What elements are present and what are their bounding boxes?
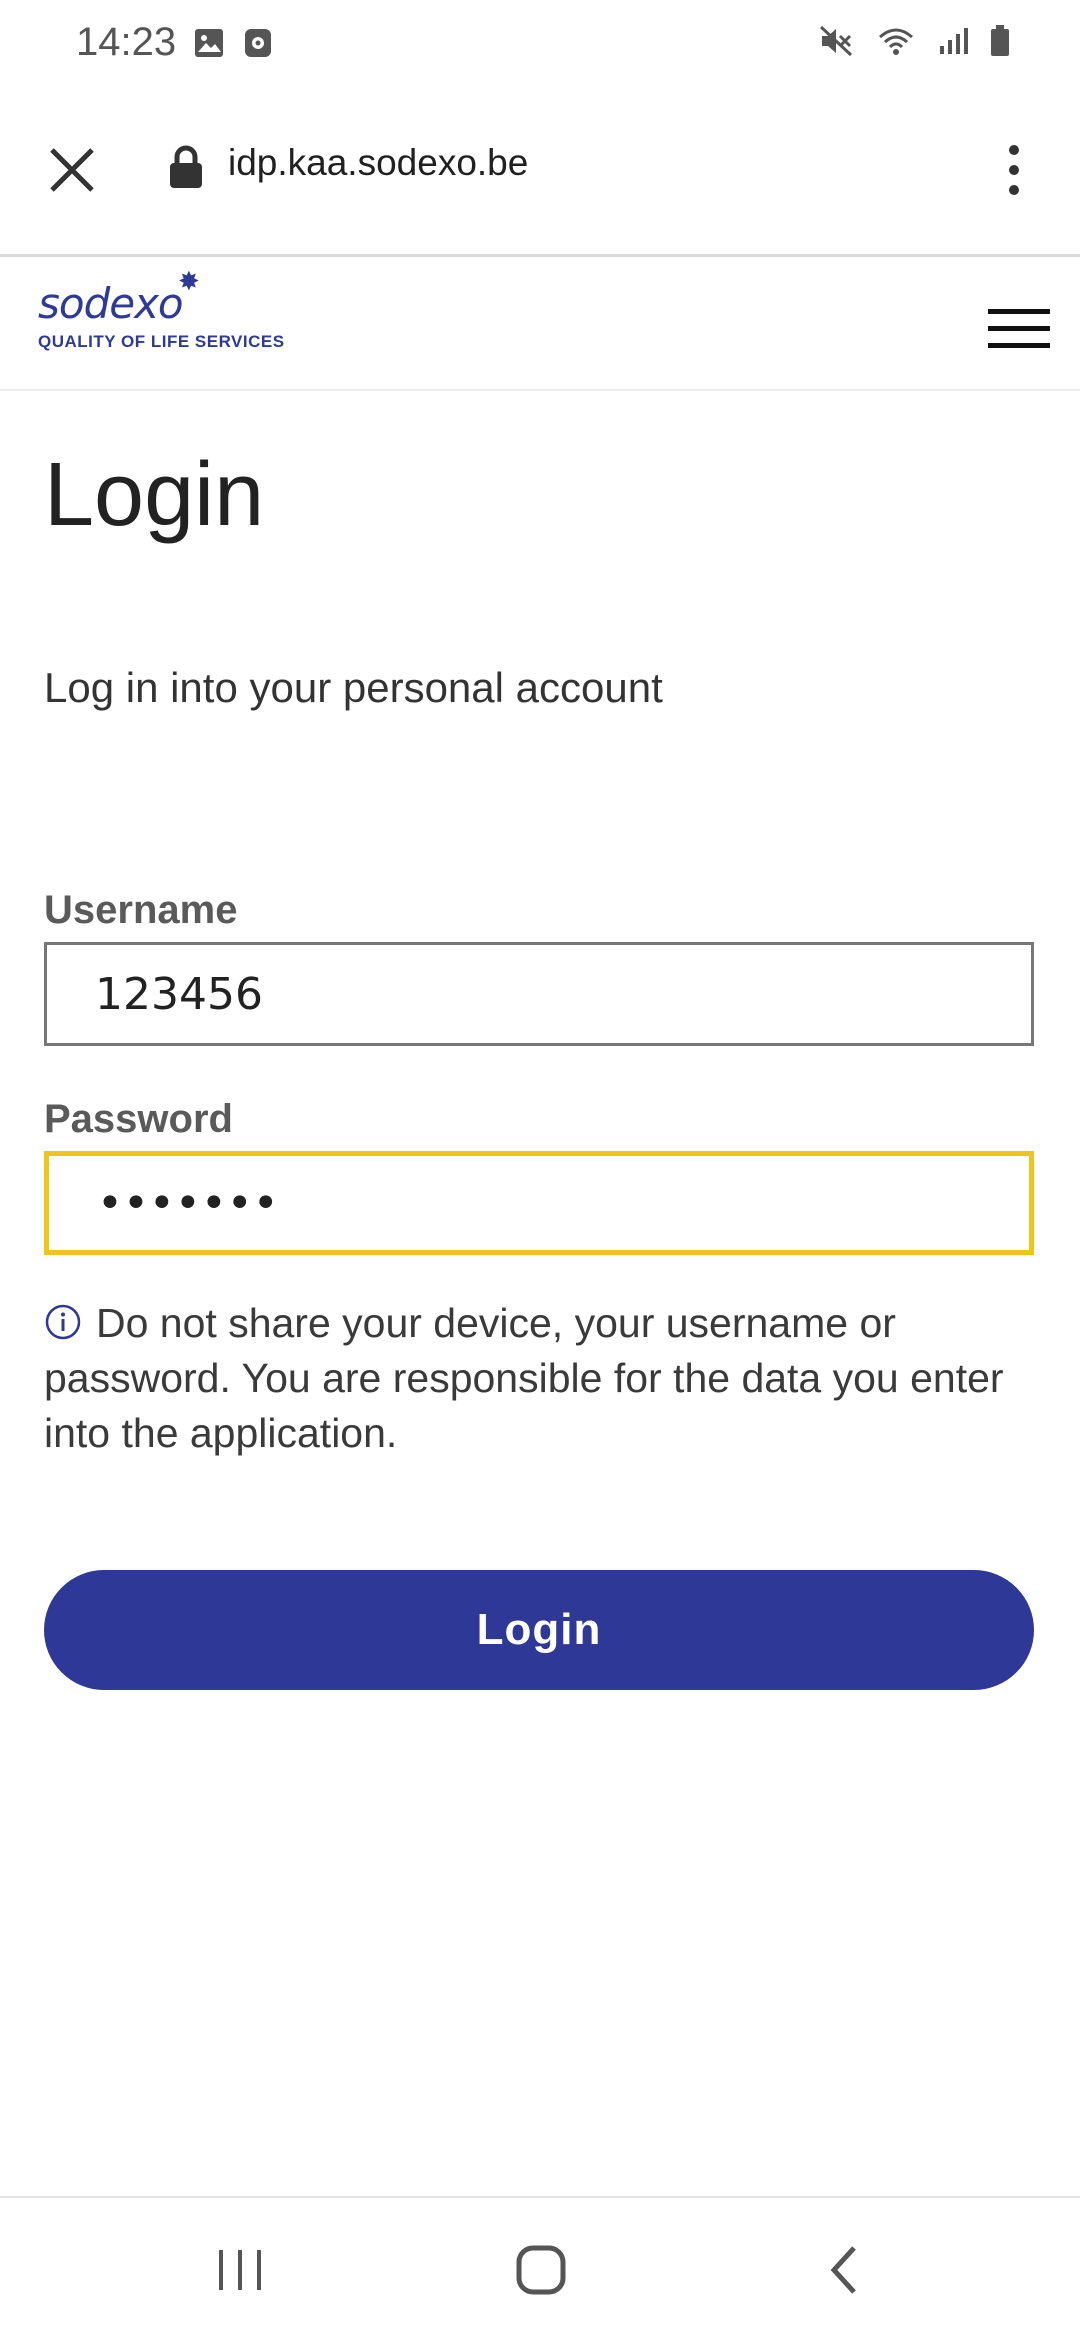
login-button[interactable]: Login	[44, 1570, 1034, 1690]
lock-icon[interactable]	[168, 144, 204, 190]
logo-wordmark: sodexo ✸	[38, 267, 200, 328]
sodexo-logo[interactable]: sodexo ✸ QUALITY OF LIFE SERVICES	[38, 267, 285, 352]
password-label: Password	[44, 1097, 233, 1141]
back-icon[interactable]	[810, 2240, 880, 2300]
home-icon[interactable]	[505, 2240, 575, 2300]
image-icon	[194, 28, 224, 63]
username-label: Username	[44, 888, 238, 932]
mute-icon	[818, 24, 854, 63]
status-bar: 14:23	[0, 0, 1080, 90]
more-vert-icon[interactable]	[1004, 142, 1024, 198]
recents-icon[interactable]	[205, 2240, 275, 2300]
status-time: 14:23	[76, 20, 177, 64]
page-title: Login	[44, 445, 265, 545]
site-header: sodexo ✸ QUALITY OF LIFE SERVICES	[0, 257, 1080, 391]
logo-star-icon: ✸	[178, 267, 200, 297]
info-icon	[44, 1300, 82, 1340]
navigation-bar	[0, 2196, 1080, 2342]
close-icon[interactable]	[44, 142, 100, 198]
page-subtitle: Log in into your personal account	[44, 664, 663, 711]
battery-icon	[990, 25, 1010, 62]
security-notice: Do not share your device, your username …	[44, 1296, 1034, 1461]
url-bar[interactable]: idp.kaa.sodexo.be	[228, 142, 528, 184]
logo-tagline: QUALITY OF LIFE SERVICES	[38, 332, 285, 351]
browser-toolbar: idp.kaa.sodexo.be	[0, 90, 1080, 257]
signal-icon	[938, 26, 968, 61]
recorder-icon	[244, 28, 272, 63]
username-input[interactable]	[44, 942, 1034, 1046]
password-input[interactable]	[44, 1151, 1034, 1255]
wifi-icon	[876, 25, 916, 62]
hamburger-icon[interactable]	[988, 309, 1050, 349]
notice-text: Do not share your device, your username …	[44, 1300, 1004, 1456]
